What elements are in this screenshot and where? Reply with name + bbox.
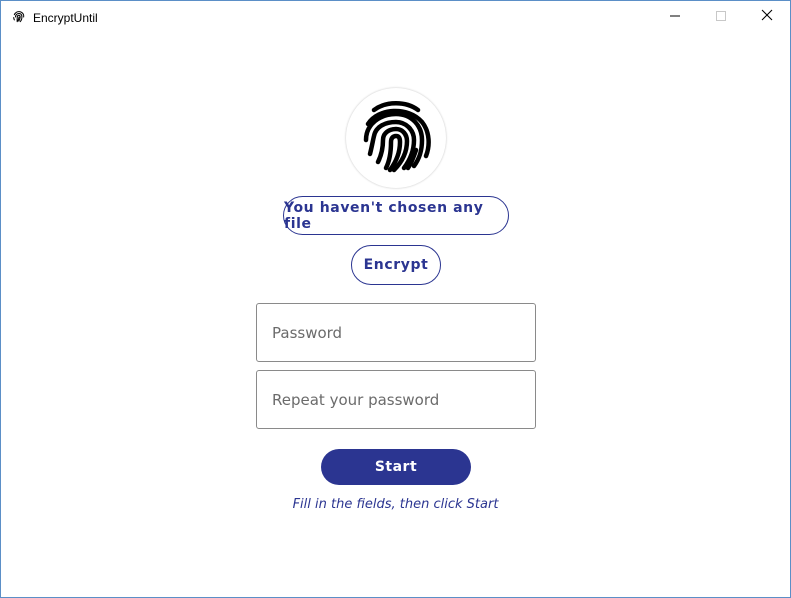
close-icon [761,8,773,26]
password-field[interactable] [256,303,536,362]
choose-file-button[interactable]: You haven't chosen any file [283,196,509,235]
close-button[interactable] [744,1,790,33]
minimize-icon [670,8,680,26]
title-bar[interactable]: EncryptUntil [1,1,790,35]
fingerprint-logo [346,88,446,188]
fingerprint-icon [12,10,26,24]
minimize-button[interactable] [652,1,698,33]
start-button[interactable]: Start [321,449,471,485]
maximize-button[interactable] [698,1,744,33]
window-title: EncryptUntil [33,11,98,25]
maximize-icon [716,8,726,26]
repeat-password-field[interactable] [256,370,536,429]
app-window: EncryptUntil You haven't chosen any file… [0,0,791,598]
fingerprint-icon [356,96,436,181]
mode-toggle-button[interactable]: Encrypt [351,245,441,285]
status-hint: Fill in the fields, then click Start [292,497,499,512]
